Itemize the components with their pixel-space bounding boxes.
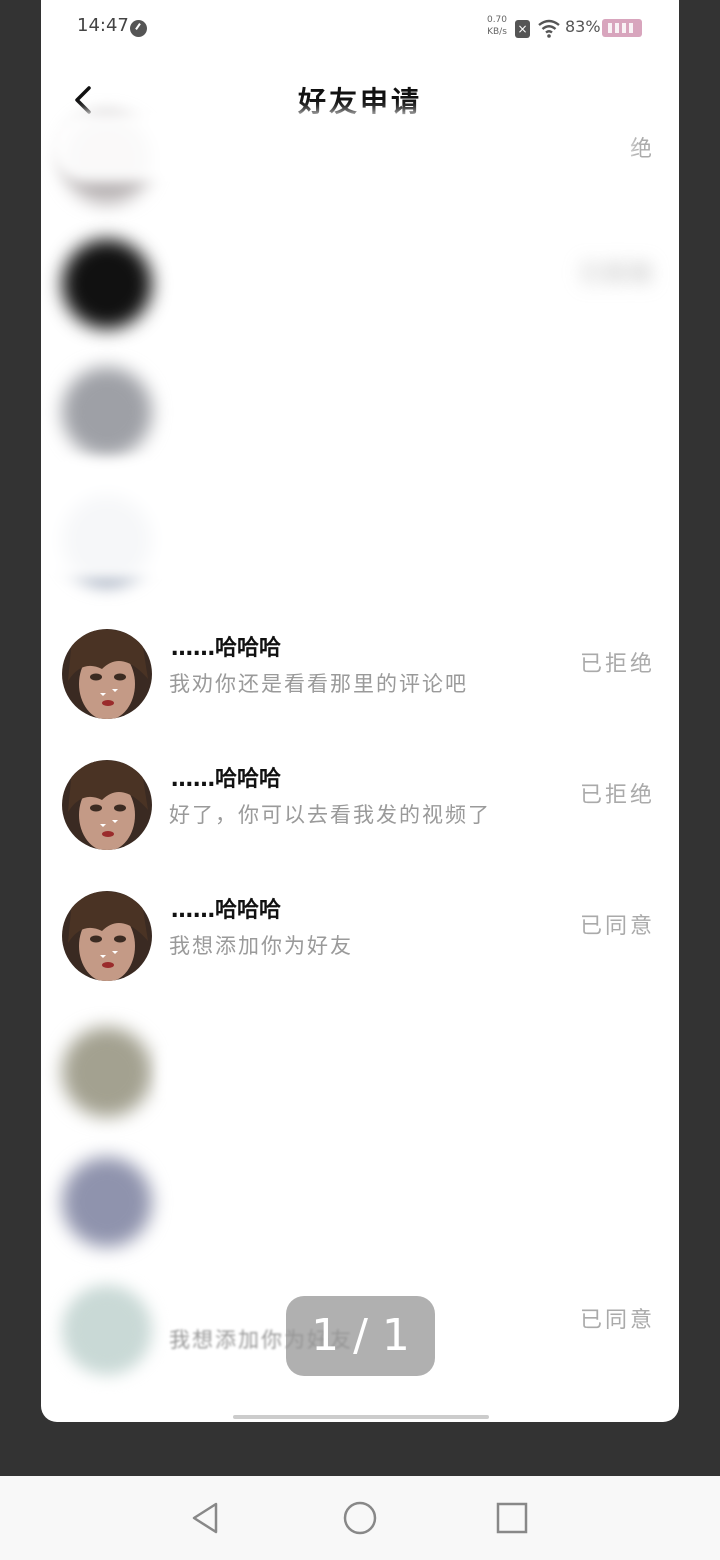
avatar[interactable] <box>62 891 152 981</box>
request-status: 绝 <box>629 137 655 162</box>
avatar[interactable] <box>62 760 152 850</box>
request-message: 我想添加你为好友 <box>169 934 353 958</box>
status-bar: 14:47 0.70 KB/s × 83% <box>41 0 679 56</box>
request-name: ……哈哈哈 <box>171 636 282 661</box>
nav-back-button[interactable] <box>188 1500 224 1536</box>
redaction-smear <box>161 1020 591 1130</box>
status-time: 14:47 <box>77 15 129 36</box>
request-row[interactable] <box>41 1138 679 1268</box>
nav-home-button[interactable] <box>342 1500 378 1536</box>
request-row[interactable] <box>41 348 679 478</box>
request-status: 已拒绝 <box>579 262 655 287</box>
network-speed-value: 0.70 <box>486 15 508 25</box>
square-recents-icon <box>496 1502 528 1534</box>
nav-recents-button[interactable] <box>494 1500 530 1536</box>
avatar <box>62 1157 152 1247</box>
home-indicator <box>233 1415 489 1419</box>
navigation-bar <box>0 1476 720 1560</box>
avatar <box>62 1285 152 1375</box>
request-name: ……哈哈哈 <box>171 898 282 923</box>
network-speed-unit: KB/s <box>487 27 507 37</box>
request-status: 已同意 <box>579 1308 655 1333</box>
request-name: ……哈哈哈 <box>171 767 282 792</box>
avatar <box>62 367 152 457</box>
request-status: 已同意 <box>579 914 655 939</box>
wifi-icon <box>538 19 560 38</box>
close-badge-icon: × <box>515 20 530 38</box>
request-row[interactable]: ……哈哈哈 我想添加你为好友 已同意 <box>41 872 679 1002</box>
avatar <box>62 239 152 329</box>
request-status: 已拒绝 <box>579 783 655 808</box>
network-speed: 0.70 KB/s <box>483 14 511 38</box>
avatar[interactable] <box>62 629 152 719</box>
request-message: 我劝你还是看看那里的评论吧 <box>169 672 468 696</box>
circle-home-icon <box>343 1501 377 1535</box>
request-row[interactable]: ……哈哈哈 我劝你还是看看那里的评论吧 已拒绝 <box>41 610 679 740</box>
redaction-smear <box>51 112 631 182</box>
friend-requests-panel: 14:47 0.70 KB/s × 83% 好友申请 绝 已拒绝 ……哈哈哈 我… <box>41 0 679 1422</box>
battery-icon <box>602 19 642 37</box>
clock-icon <box>130 20 147 37</box>
triangle-back-icon <box>192 1502 218 1534</box>
redaction-smear <box>41 460 541 580</box>
request-message: 好了，你可以去看我发的视频了 <box>169 803 491 827</box>
request-row[interactable]: ……哈哈哈 好了，你可以去看我发的视频了 已拒绝 <box>41 741 679 871</box>
request-status: 已拒绝 <box>579 652 655 677</box>
page-counter: 1 / 1 <box>286 1296 435 1376</box>
avatar <box>62 1027 152 1117</box>
request-row[interactable]: 已拒绝 <box>41 220 679 350</box>
battery-level: 83% <box>565 17 601 36</box>
